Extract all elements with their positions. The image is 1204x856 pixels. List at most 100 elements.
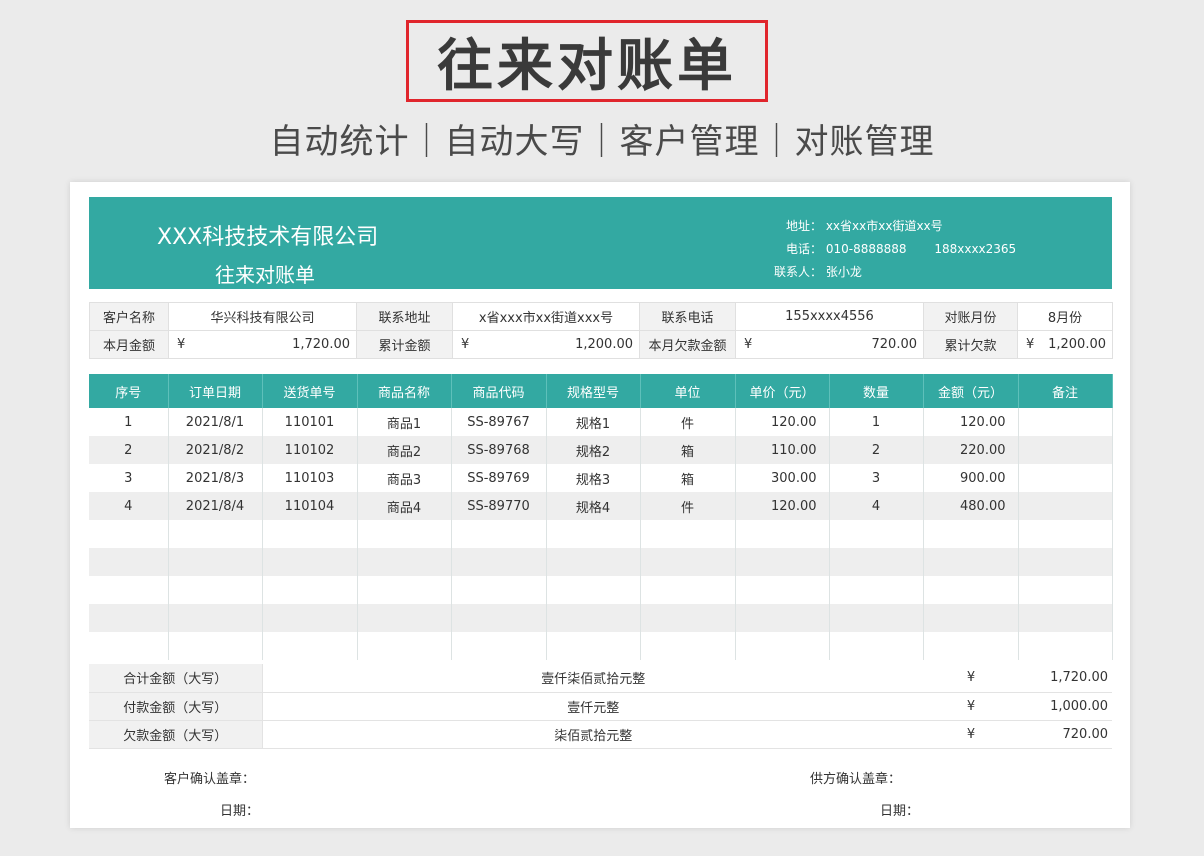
cell-delivery-no: 110104	[262, 492, 358, 520]
col-header-remark: 备注	[1018, 374, 1113, 408]
cell-quantity: 2	[829, 436, 924, 464]
phone-label: 电话：	[786, 242, 823, 256]
cell-seq: 1	[89, 408, 169, 436]
total-amount-label: 合计金额（大写）	[89, 664, 263, 693]
cell-unit: 件	[640, 492, 736, 520]
contact-phone: 155xxxx4556	[735, 302, 924, 331]
paid-amount-words: 壹仟元整	[262, 692, 924, 721]
customer-info-table: 客户名称 华兴科技有限公司 联系地址 x省xxx市xx街道xxx号 联系电话 1…	[89, 302, 1113, 359]
current-amount-cell: ¥1,720.00	[168, 330, 357, 359]
order-items-table: 序号 订单日期 送货单号 商品名称 商品代码 规格型号 单位 单价（元） 数量 …	[89, 374, 1113, 660]
yen-symbol: ¥	[924, 720, 1018, 749]
table-row: 4 2021/8/4 110104 商品4 SS-89770 规格4 件 120…	[89, 492, 1113, 520]
col-header-date: 订单日期	[168, 374, 263, 408]
cumulative-amount: 1,200.00	[575, 337, 633, 352]
contact-phone-label: 联系电话	[639, 302, 736, 331]
statement-sheet: XXX科技技术有限公司 往来对账单 地址： xx省xx市xx街道xx号 电话： …	[70, 182, 1130, 828]
yen-symbol: ¥	[924, 664, 1018, 693]
cell-unit-price: 110.00	[735, 436, 830, 464]
empty-row	[89, 548, 1113, 576]
cell-amount: 120.00	[923, 408, 1019, 436]
cell-unit-price: 120.00	[735, 492, 830, 520]
contact-address: x省xxx市xx街道xxx号	[452, 302, 640, 331]
company-address: xx省xx市xx街道xx号	[825, 219, 943, 233]
cumulative-amount-label: 累计金额	[356, 330, 453, 359]
cell-product-code: SS-89767	[451, 408, 547, 436]
cell-remark	[1018, 464, 1113, 492]
cell-remark	[1018, 492, 1113, 520]
contact-address-label: 联系地址	[356, 302, 453, 331]
cell-date: 2021/8/1	[168, 408, 263, 436]
col-header-delivery-no: 送货单号	[262, 374, 358, 408]
current-owed: 720.00	[871, 337, 918, 352]
statement-title: 往来对账单	[215, 263, 315, 287]
col-header-product-name: 商品名称	[357, 374, 452, 408]
cell-product-code: SS-89770	[451, 492, 547, 520]
empty-row	[89, 632, 1113, 660]
col-header-quantity: 数量	[829, 374, 924, 408]
empty-row	[89, 520, 1113, 548]
cell-date: 2021/8/2	[168, 436, 263, 464]
total-amount: 1,720.00	[1018, 664, 1112, 693]
cell-amount: 480.00	[923, 492, 1019, 520]
col-header-spec: 规格型号	[546, 374, 641, 408]
statement-month: 8月份	[1017, 302, 1113, 331]
cell-unit: 件	[640, 408, 736, 436]
cell-spec: 规格4	[546, 492, 641, 520]
contact-label: 联系人：	[774, 265, 823, 279]
col-header-seq: 序号	[89, 374, 169, 408]
company-phone-2: 188xxxx2365	[934, 242, 1017, 256]
cell-unit-price: 300.00	[735, 464, 830, 492]
current-owed-label: 本月欠款金额	[639, 330, 736, 359]
customer-date-label: 日期：	[220, 804, 260, 819]
yen-symbol: ¥	[744, 337, 753, 352]
cell-remark	[1018, 408, 1113, 436]
current-amount-label: 本月金额	[89, 330, 169, 359]
col-header-unit-price: 单价（元）	[735, 374, 830, 408]
customer-name-label: 客户名称	[89, 302, 169, 331]
empty-row	[89, 604, 1113, 632]
company-contact-info: 地址： xx省xx市xx街道xx号 电话： 010-8888888 188xxx…	[774, 215, 1017, 284]
banner-subtitle: 自动统计｜自动大写｜客户管理｜对账管理	[269, 122, 935, 162]
yen-symbol: ¥	[461, 337, 470, 352]
supplier-date-label: 日期：	[880, 804, 920, 819]
cell-unit-price: 120.00	[735, 408, 830, 436]
cell-seq: 4	[89, 492, 169, 520]
cell-delivery-no: 110103	[262, 464, 358, 492]
cell-product-code: SS-89769	[451, 464, 547, 492]
cell-product-code: SS-89768	[451, 436, 547, 464]
cell-quantity: 1	[829, 408, 924, 436]
address-label: 地址：	[786, 219, 823, 233]
owed-amount-label: 欠款金额（大写）	[89, 720, 263, 749]
cell-seq: 3	[89, 464, 169, 492]
cell-amount: 900.00	[923, 464, 1019, 492]
cell-unit: 箱	[640, 464, 736, 492]
customer-confirm-label: 客户确认盖章：	[164, 772, 256, 787]
cell-quantity: 4	[829, 492, 924, 520]
total-amount-words: 壹仟柒佰贰拾元整	[262, 664, 924, 693]
cumulative-owed-cell: ¥1,200.00	[1017, 330, 1113, 359]
banner-title: 往来对账单	[406, 20, 768, 102]
yen-symbol: ¥	[177, 337, 186, 352]
owed-amount-words: 柒佰贰拾元整	[262, 720, 924, 749]
totals-table: 合计金额（大写） 壹仟柒佰贰拾元整 ¥ 1,720.00 付款金额（大写） 壹仟…	[89, 664, 1112, 749]
cell-spec: 规格2	[546, 436, 641, 464]
owed-row: 欠款金额（大写） 柒佰贰拾元整 ¥ 720.00	[89, 720, 1112, 749]
cell-delivery-no: 110102	[262, 436, 358, 464]
cell-delivery-no: 110101	[262, 408, 358, 436]
cell-product-name: 商品2	[357, 436, 452, 464]
cell-spec: 规格1	[546, 408, 641, 436]
cell-quantity: 3	[829, 464, 924, 492]
company-phone-1: 010-8888888	[825, 242, 907, 256]
supplier-confirm-label: 供方确认盖章：	[810, 772, 902, 787]
cell-remark	[1018, 436, 1113, 464]
paid-amount: 1,000.00	[1018, 692, 1112, 721]
cell-date: 2021/8/3	[168, 464, 263, 492]
table-row: 1 2021/8/1 110101 商品1 SS-89767 规格1 件 120…	[89, 408, 1113, 436]
total-row: 合计金额（大写） 壹仟柒佰贰拾元整 ¥ 1,720.00	[89, 664, 1112, 693]
table-row: 2 2021/8/2 110102 商品2 SS-89768 规格2 箱 110…	[89, 436, 1113, 464]
cumulative-owed-label: 累计欠款	[923, 330, 1018, 359]
empty-row	[89, 576, 1113, 604]
current-owed-cell: ¥720.00	[735, 330, 924, 359]
paid-row: 付款金额（大写） 壹仟元整 ¥ 1,000.00	[89, 692, 1112, 721]
